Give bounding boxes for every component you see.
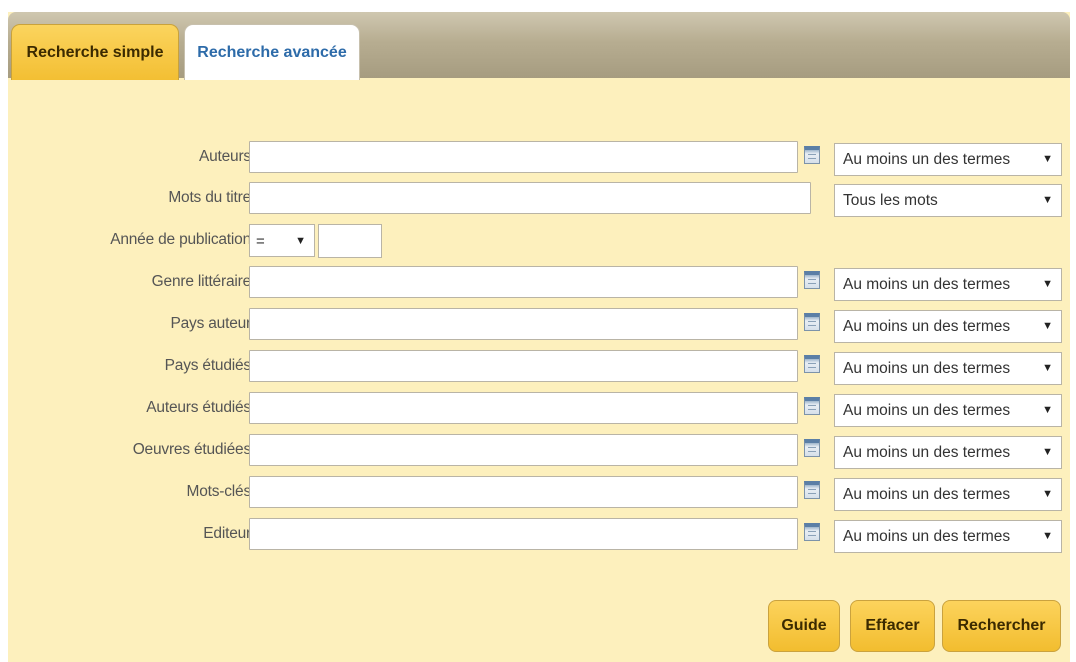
dropdown-arrow-icon: ▼	[295, 235, 306, 247]
dropdown-arrow-icon: ▼	[1042, 278, 1053, 290]
auteurs-etudies-mode-select[interactable]: Au moins un des termes ▼	[834, 394, 1062, 427]
list-icon[interactable]	[804, 313, 820, 331]
genre-mode-select[interactable]: Au moins un des termes ▼	[834, 268, 1062, 301]
oeuvres-etudiees-mode-value: Au moins un des termes	[843, 444, 1011, 461]
list-icon[interactable]	[804, 355, 820, 373]
mots-cles-mode-value: Au moins un des termes	[843, 486, 1011, 503]
mots-cles-input[interactable]	[249, 476, 798, 508]
tab-bar: Recherche simple Recherche avancée	[8, 12, 1070, 80]
auteurs-mode-value: Au moins un des termes	[843, 151, 1011, 168]
pays-auteur-mode-select[interactable]: Au moins un des termes ▼	[834, 310, 1062, 343]
label-editeur: Editeur	[203, 525, 251, 542]
dropdown-arrow-icon: ▼	[1042, 153, 1053, 165]
search-panel: Recherche simple Recherche avancée Auteu…	[8, 12, 1070, 662]
effacer-button[interactable]: Effacer	[850, 600, 935, 652]
pays-auteur-mode-value: Au moins un des termes	[843, 318, 1011, 335]
annee-operator-value: =	[256, 233, 265, 250]
dropdown-arrow-icon: ▼	[1042, 488, 1053, 500]
list-icon[interactable]	[804, 523, 820, 541]
label-auteurs-etudies: Auteurs étudiés	[146, 399, 251, 416]
tab-recherche-simple[interactable]: Recherche simple	[11, 24, 179, 80]
auteurs-etudies-input[interactable]	[249, 392, 798, 424]
dropdown-arrow-icon: ▼	[1042, 530, 1053, 542]
editeur-mode-select[interactable]: Au moins un des termes ▼	[834, 520, 1062, 553]
pays-etudies-input[interactable]	[249, 350, 798, 382]
list-icon[interactable]	[804, 481, 820, 499]
dropdown-arrow-icon: ▼	[1042, 194, 1053, 206]
tab-recherche-avancee[interactable]: Recherche avancée	[184, 24, 360, 80]
label-auteurs: Auteurs	[198, 148, 251, 165]
row-oeuvres-etudiees: Oeuvres étudiées Au moins un des termes …	[8, 434, 1070, 469]
row-auteurs-etudies: Auteurs étudiés Au moins un des termes ▼	[8, 392, 1070, 427]
row-annee: Année de publication = ▼	[8, 224, 1070, 258]
list-icon[interactable]	[804, 146, 820, 164]
auteurs-input[interactable]	[249, 141, 798, 173]
titre-input[interactable]	[249, 182, 811, 214]
pays-etudies-mode-value: Au moins un des termes	[843, 360, 1011, 377]
row-pays-auteur: Pays auteur Au moins un des termes ▼	[8, 308, 1070, 343]
genre-input[interactable]	[249, 266, 798, 298]
pays-auteur-input[interactable]	[249, 308, 798, 340]
rechercher-button[interactable]: Rechercher	[942, 600, 1061, 652]
label-mots-cles: Mots-clés	[186, 483, 251, 500]
dropdown-arrow-icon: ▼	[1042, 446, 1053, 458]
row-titre: Mots du titre Tous les mots ▼	[8, 182, 1070, 217]
row-editeur: Editeur Au moins un des termes ▼	[8, 518, 1070, 553]
label-oeuvres-etudiees: Oeuvres étudiées	[132, 441, 251, 458]
row-genre: Genre littéraire Au moins un des termes …	[8, 266, 1070, 301]
label-pays-auteur: Pays auteur	[170, 315, 251, 332]
list-icon[interactable]	[804, 439, 820, 457]
oeuvres-etudiees-mode-select[interactable]: Au moins un des termes ▼	[834, 436, 1062, 469]
row-mots-cles: Mots-clés Au moins un des termes ▼	[8, 476, 1070, 511]
pays-etudies-mode-select[interactable]: Au moins un des termes ▼	[834, 352, 1062, 385]
editeur-mode-value: Au moins un des termes	[843, 528, 1011, 545]
list-icon[interactable]	[804, 397, 820, 415]
label-genre: Genre littéraire	[151, 273, 252, 290]
auteurs-mode-select[interactable]: Au moins un des termes ▼	[834, 143, 1062, 176]
row-auteurs: Auteurs Au moins un des termes ▼	[8, 141, 1070, 176]
genre-mode-value: Au moins un des termes	[843, 276, 1011, 293]
label-pays-etudies: Pays étudiés	[164, 357, 252, 374]
dropdown-arrow-icon: ▼	[1042, 320, 1053, 332]
auteurs-etudies-mode-value: Au moins un des termes	[843, 402, 1011, 419]
editeur-input[interactable]	[249, 518, 798, 550]
dropdown-arrow-icon: ▼	[1042, 362, 1053, 374]
row-pays-etudies: Pays étudiés Au moins un des termes ▼	[8, 350, 1070, 385]
annee-input[interactable]	[318, 224, 382, 258]
titre-mode-value: Tous les mots	[843, 192, 938, 209]
guide-button[interactable]: Guide	[768, 600, 840, 652]
titre-mode-select[interactable]: Tous les mots ▼	[834, 184, 1062, 217]
label-annee: Année de publication	[110, 231, 251, 248]
label-titre: Mots du titre	[168, 189, 251, 206]
annee-operator-select[interactable]: = ▼	[249, 224, 315, 257]
dropdown-arrow-icon: ▼	[1042, 404, 1053, 416]
mots-cles-mode-select[interactable]: Au moins un des termes ▼	[834, 478, 1062, 511]
list-icon[interactable]	[804, 271, 820, 289]
oeuvres-etudiees-input[interactable]	[249, 434, 798, 466]
